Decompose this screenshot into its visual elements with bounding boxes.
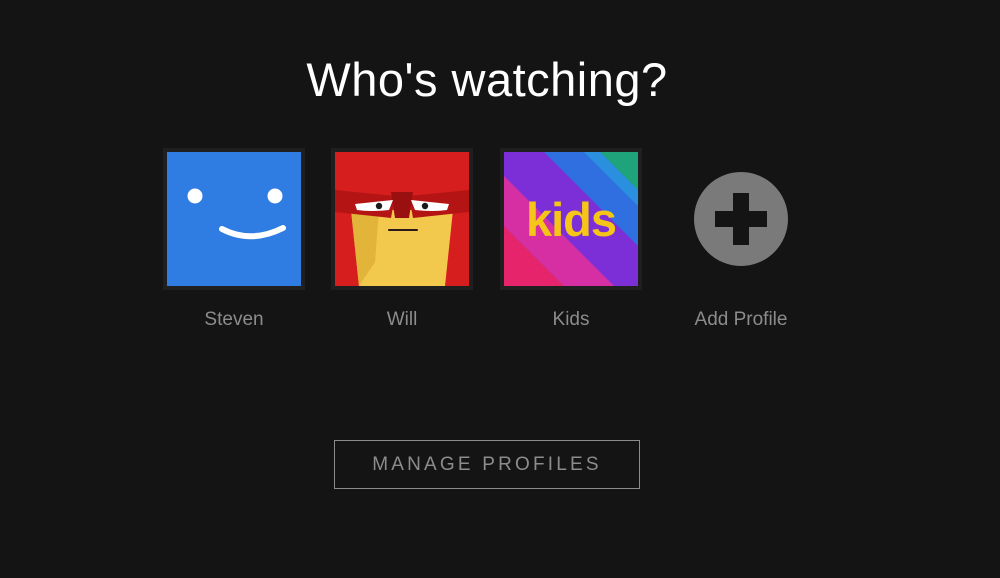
profile-name: Will xyxy=(386,309,418,330)
avatar[interactable] xyxy=(163,148,305,290)
profile-kids[interactable]: kids Kids xyxy=(500,148,642,331)
profile-name: Kids xyxy=(552,309,590,330)
profile-selection-page: Who's watching? Steven Will kids Kids Ad… xyxy=(0,0,1000,578)
profile-will[interactable]: Will xyxy=(331,148,473,331)
smile-face-icon xyxy=(167,152,301,286)
profile-steven[interactable]: Steven xyxy=(163,148,305,331)
profile-name: Steven xyxy=(204,309,264,330)
avatar[interactable]: kids xyxy=(500,148,642,290)
kids-logo-icon: kids xyxy=(504,152,638,286)
add-profile-label: Add Profile xyxy=(694,309,788,330)
svg-text:kids: kids xyxy=(526,193,616,246)
add-profile-button[interactable]: Add Profile xyxy=(670,148,812,331)
page-title: Who's watching? xyxy=(306,53,668,106)
angry-face-icon xyxy=(335,152,469,286)
plus-circle-icon xyxy=(694,172,788,266)
manage-profiles-button[interactable]: MANAGE PROFILES xyxy=(334,440,640,489)
avatar[interactable] xyxy=(331,148,473,290)
add-profile-avatar[interactable] xyxy=(670,148,812,290)
